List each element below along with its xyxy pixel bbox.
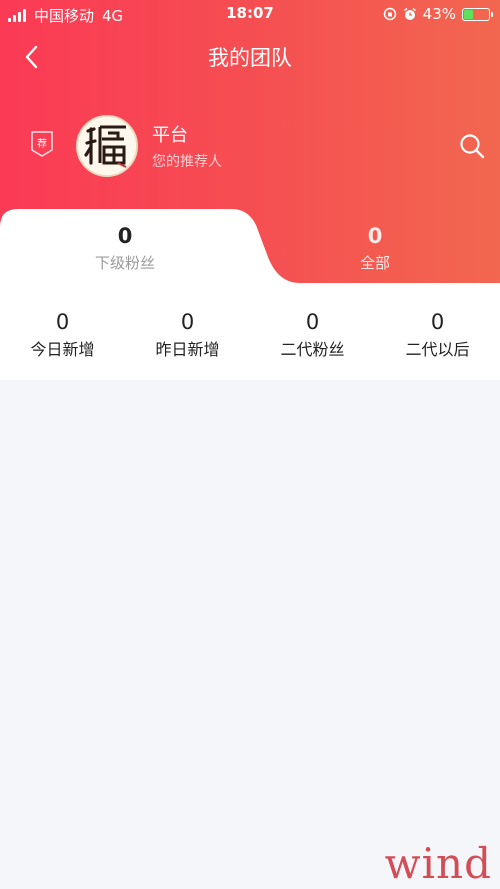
battery-percent: 43% [422, 5, 456, 23]
stat-value: 0 [305, 310, 320, 334]
alarm-icon [403, 7, 416, 20]
stat-yesterday-new[interactable]: 0 昨日新增 [125, 285, 250, 380]
tab-subordinate-fans[interactable]: 0 下级粉丝 [0, 210, 250, 282]
tab-label: 下级粉丝 [94, 254, 155, 272]
stat-value: 0 [180, 310, 195, 334]
stats-row: 0 今日新增 0 昨日新增 0 二代粉丝 0 二代以后 [0, 285, 500, 380]
tab-count: 0 [117, 224, 133, 248]
watermark: wind [342, 837, 492, 887]
svg-text:荐: 荐 [37, 138, 47, 150]
referrer-name: 平台 [152, 125, 188, 146]
referrer-subtitle: 您的推荐人 [152, 154, 222, 170]
watermark-text: wind [384, 839, 492, 888]
stat-label: 二代粉丝 [280, 340, 345, 359]
tab-label: 全部 [359, 254, 390, 272]
tab-all[interactable]: 0 全部 [250, 210, 500, 282]
stat-second-gen-fans[interactable]: 0 二代粉丝 [250, 285, 375, 380]
recommend-badge-icon: 荐 [31, 131, 53, 157]
page-title: 我的团队 [208, 46, 292, 70]
stat-label: 二代以后 [405, 340, 470, 359]
status-bar: 中国移动 4G 18:07 43% [0, 0, 500, 28]
stat-value: 0 [430, 310, 445, 334]
avatar [76, 115, 138, 177]
stat-value: 0 [55, 310, 70, 334]
stat-label: 今日新增 [30, 340, 95, 359]
stat-after-second-gen[interactable]: 0 二代以后 [375, 285, 500, 380]
fu-character-image [78, 117, 136, 175]
nav-bar: 我的团队 [0, 34, 500, 78]
tab-count: 0 [367, 224, 383, 248]
battery-icon [462, 7, 493, 21]
referrer-card: 荐 平台 您的推荐人 [0, 110, 500, 185]
search-icon[interactable] [458, 132, 486, 160]
stat-today-new[interactable]: 0 今日新增 [0, 285, 125, 380]
stat-label: 昨日新增 [155, 340, 220, 359]
orientation-lock-icon [383, 7, 396, 21]
